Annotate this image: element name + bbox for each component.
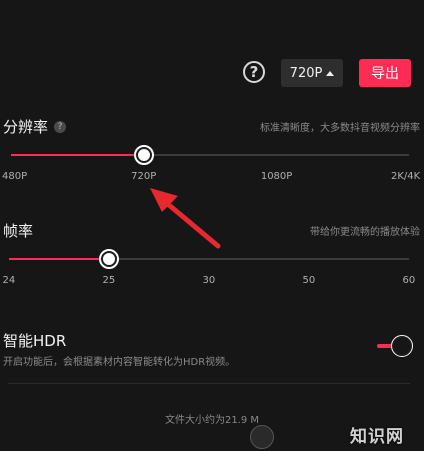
framerate-slider-thumb[interactable] xyxy=(99,249,119,269)
framerate-title: 帧率 xyxy=(3,222,34,240)
watermark-logo-icon xyxy=(250,425,274,449)
resolution-dropdown-value: 720P xyxy=(289,65,323,81)
resolution-dropdown[interactable]: 720P xyxy=(281,59,343,87)
resolution-help-icon[interactable]: ? xyxy=(54,120,67,133)
resolution-tick-label[interactable]: 2K/4K xyxy=(391,171,420,182)
framerate-slider[interactable] xyxy=(9,249,409,269)
framerate-tick-label[interactable]: 50 xyxy=(303,275,316,286)
framerate-tick-label[interactable]: 25 xyxy=(103,275,116,286)
framerate-slider-fill xyxy=(9,258,109,260)
resolution-tick-label[interactable]: 720P xyxy=(131,171,156,182)
divider xyxy=(8,383,410,384)
watermark-text: 知识网 xyxy=(350,427,404,447)
resolution-slider-fill xyxy=(11,154,144,156)
resolution-hint: 标准清晰度，大多数抖音视频分辨率 xyxy=(260,123,420,134)
framerate-heading: 帧率 xyxy=(3,220,33,241)
hdr-title: 智能HDR xyxy=(3,332,67,350)
resolution-tick-label[interactable]: 480P xyxy=(2,171,27,182)
framerate-tick-label[interactable]: 60 xyxy=(403,275,416,286)
framerate-tick-label[interactable]: 24 xyxy=(3,275,16,286)
hdr-toggle-knob[interactable] xyxy=(391,335,413,357)
caret-up-icon xyxy=(326,70,335,76)
framerate-tick-label[interactable]: 30 xyxy=(203,275,216,286)
export-button[interactable]: 导出 xyxy=(359,59,411,87)
resolution-title: 分辨率 xyxy=(3,118,49,136)
hdr-description: 开启功能后，会根据素材内容智能转化为HDR视频。 xyxy=(3,357,236,368)
framerate-hint: 带给你更流畅的播放体验 xyxy=(310,227,420,238)
help-icon[interactable]: ? xyxy=(243,61,265,83)
resolution-slider-thumb[interactable] xyxy=(133,145,154,165)
hdr-toggle[interactable] xyxy=(377,335,413,357)
resolution-tick-label[interactable]: 1080P xyxy=(261,171,292,182)
export-settings-panel: ? 720P 导出 分辨率 ? 标准清晰度，大多数抖音视频分辨率 480P 720… xyxy=(0,0,424,451)
resolution-slider[interactable] xyxy=(11,145,409,165)
resolution-heading: 分辨率 ? xyxy=(3,116,67,137)
